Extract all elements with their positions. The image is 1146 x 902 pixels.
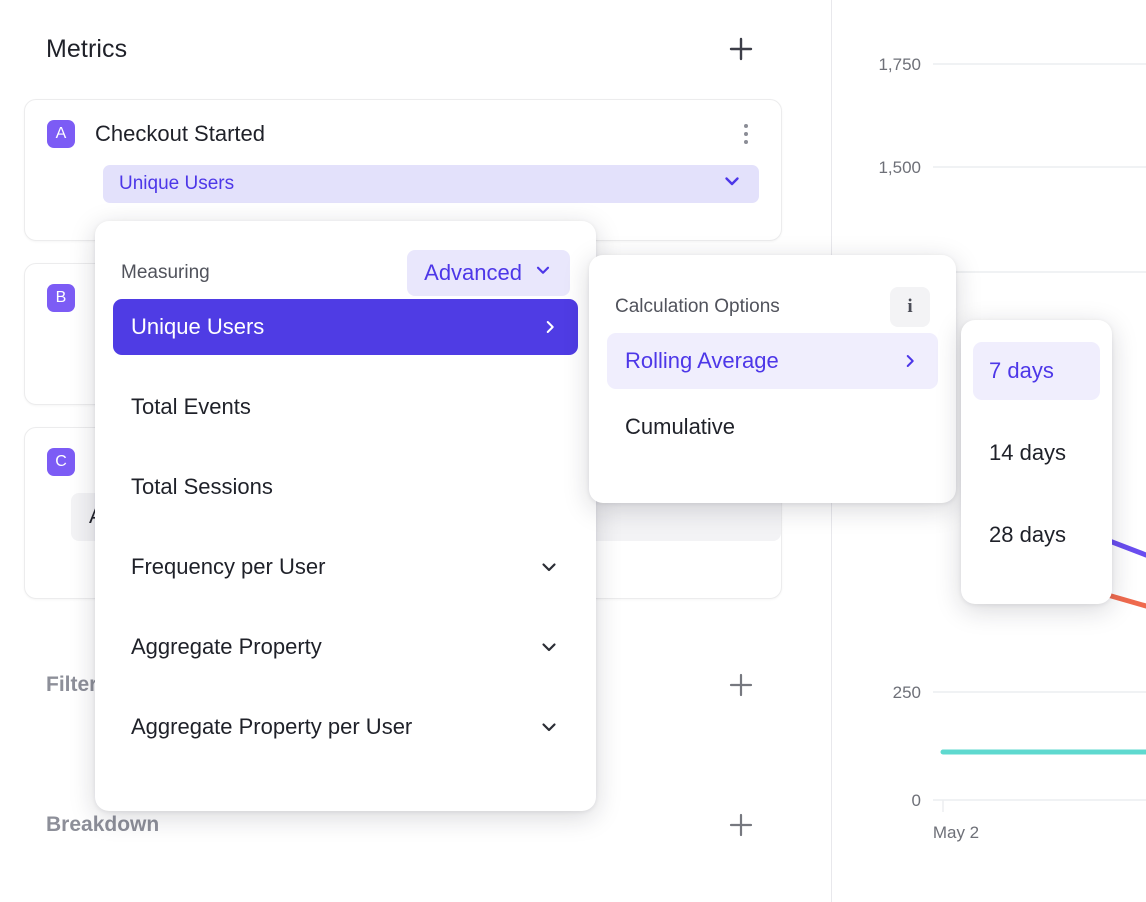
page-title: Metrics xyxy=(46,35,127,64)
ytick-label: 250 xyxy=(893,683,921,702)
measure-selector-a-label: Unique Users xyxy=(119,173,234,195)
chevron-down-icon xyxy=(721,170,743,198)
rolling-average-days-popover: 7 days 14 days 28 days xyxy=(961,320,1112,604)
xtick-label: May 2 xyxy=(933,823,979,842)
menu-item-label: Cumulative xyxy=(625,414,735,440)
menu-item-label: 14 days xyxy=(989,440,1066,466)
measure-selector-a[interactable]: Unique Users xyxy=(103,165,759,203)
plus-icon xyxy=(728,36,754,62)
calculation-options-title: Calculation Options xyxy=(615,296,780,318)
menu-item-total-sessions[interactable]: Total Sessions xyxy=(113,459,578,515)
calculation-options-header: Calculation Options i xyxy=(589,281,956,333)
calculation-options-list: Rolling Average Cumulative xyxy=(589,333,956,455)
metric-badge-c: C xyxy=(47,448,75,476)
chevron-down-icon xyxy=(538,556,560,578)
chevron-down-icon xyxy=(538,716,560,738)
metric-badge-b: B xyxy=(47,284,75,312)
days-menu-spacer xyxy=(961,320,1112,342)
menu-item-label: Total Events xyxy=(131,394,251,420)
menu-item-14-days[interactable]: 14 days xyxy=(973,424,1100,482)
ytick-label: 1,500 xyxy=(878,158,921,177)
menu-item-label: 7 days xyxy=(989,358,1054,384)
chevron-right-icon xyxy=(900,351,920,371)
menu-item-unique-users[interactable]: Unique Users xyxy=(113,299,578,355)
menu-item-label: 28 days xyxy=(989,522,1066,548)
measuring-menu-header: Measuring Advanced xyxy=(95,247,596,299)
menu-item-aggregate-property-per-user[interactable]: Aggregate Property per User xyxy=(113,699,578,755)
info-icon[interactable]: i xyxy=(890,287,930,327)
add-metric-button[interactable] xyxy=(724,32,758,66)
menu-item-label: Frequency per User xyxy=(131,554,325,580)
metric-options-button-a[interactable] xyxy=(733,121,759,147)
metric-card-a[interactable]: A Checkout Started Unique Users xyxy=(24,99,782,241)
menu-item-28-days[interactable]: 28 days xyxy=(973,506,1100,564)
menu-item-aggregate-property[interactable]: Aggregate Property xyxy=(113,619,578,675)
add-breakdown-button[interactable] xyxy=(724,808,758,842)
plus-icon xyxy=(728,672,754,698)
ytick-label: 1,750 xyxy=(878,55,921,74)
menu-item-cumulative[interactable]: Cumulative xyxy=(607,399,938,455)
measuring-menu-list: Unique Users Total Events Total Sessions… xyxy=(95,299,596,755)
measuring-menu-title: Measuring xyxy=(121,262,210,284)
metric-card-a-header: A Checkout Started xyxy=(25,100,781,148)
days-menu-list: 7 days 14 days 28 days xyxy=(961,342,1112,564)
menu-item-total-events[interactable]: Total Events xyxy=(113,379,578,435)
breakdown-label: Breakdown xyxy=(46,813,159,837)
measuring-menu-popover: Measuring Advanced Unique Users Total Ev… xyxy=(95,221,596,811)
menu-item-label: Total Sessions xyxy=(131,474,273,500)
menu-item-rolling-average[interactable]: Rolling Average xyxy=(607,333,938,389)
chevron-right-icon xyxy=(540,317,560,337)
metric-name-a[interactable]: Checkout Started xyxy=(95,121,265,147)
menu-item-label: Unique Users xyxy=(131,314,264,340)
menu-item-7-days[interactable]: 7 days xyxy=(973,342,1100,400)
chevron-down-icon xyxy=(538,636,560,658)
menu-item-label: Aggregate Property per User xyxy=(131,714,412,740)
breakdown-section: Breakdown xyxy=(46,805,758,845)
menu-item-label: Aggregate Property xyxy=(131,634,322,660)
app-root: Metrics A Checkout Started Unique Users xyxy=(0,0,1146,902)
plus-icon xyxy=(728,812,754,838)
metric-badge-a: A xyxy=(47,120,75,148)
add-filter-button[interactable] xyxy=(724,668,758,702)
chevron-down-icon xyxy=(533,260,553,286)
measuring-mode-label: Advanced xyxy=(424,260,522,286)
kebab-menu-icon xyxy=(744,124,748,144)
ytick-label: 0 xyxy=(912,791,921,810)
metrics-header: Metrics xyxy=(46,28,758,70)
menu-item-frequency-per-user[interactable]: Frequency per User xyxy=(113,539,578,595)
measuring-mode-button[interactable]: Advanced xyxy=(407,250,570,296)
calculation-options-popover: Calculation Options i Rolling Average Cu… xyxy=(589,255,956,503)
menu-item-label: Rolling Average xyxy=(625,348,779,374)
